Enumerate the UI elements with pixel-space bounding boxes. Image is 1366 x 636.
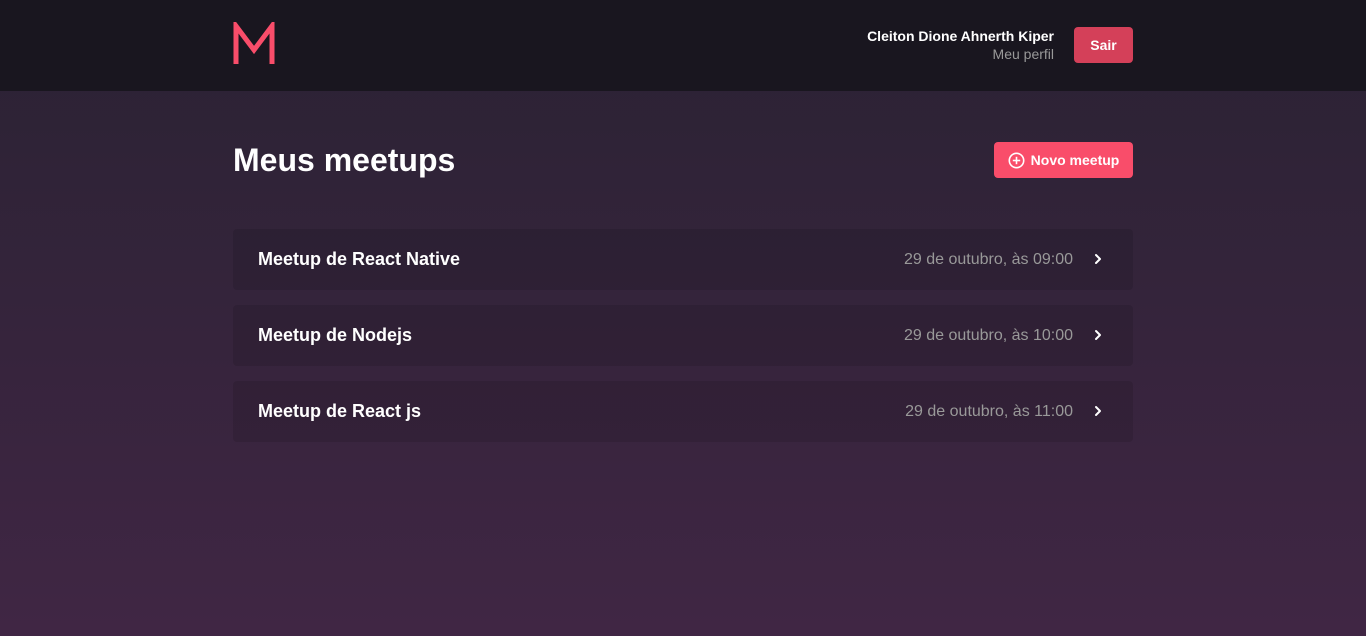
new-meetup-label: Novo meetup — [1030, 152, 1120, 168]
meetup-item[interactable]: Meetup de Nodejs 29 de outubro, às 10:00 — [233, 305, 1133, 366]
meetup-item[interactable]: Meetup de React js 29 de outubro, às 11:… — [233, 381, 1133, 442]
new-meetup-button[interactable]: Novo meetup — [994, 142, 1133, 178]
page-title: Meus meetups — [233, 142, 456, 178]
meetup-date: 29 de outubro, às 10:00 — [903, 327, 1073, 344]
m-logo-icon[interactable] — [233, 22, 275, 66]
meetup-title: Meetup de Nodejs — [258, 325, 413, 345]
meetup-list: Meetup de React Native 29 de outubro, às… — [233, 229, 1133, 457]
meetup-date: 29 de outubro, às 11:00 — [905, 403, 1073, 420]
user-profile: Cleiton Dione Ahnerth Kiper Meu perfil — [867, 27, 1054, 63]
my-profile-link[interactable]: Meu perfil — [867, 45, 1054, 63]
chevron-right-icon — [1095, 330, 1101, 340]
user-name: Cleiton Dione Ahnerth Kiper — [867, 28, 1054, 44]
chevron-right-icon — [1095, 406, 1101, 416]
plus-circle-icon — [1008, 152, 1025, 168]
meetup-item[interactable]: Meetup de React Native 29 de outubro, às… — [233, 229, 1133, 290]
logout-button[interactable]: Sair — [1074, 27, 1133, 63]
chevron-right-icon — [1095, 254, 1101, 264]
meetup-date: 29 de outubro, às 09:00 — [903, 251, 1073, 268]
top-navbar: Cleiton Dione Ahnerth Kiper Meu perfil S… — [0, 0, 1366, 91]
navbar-container: Cleiton Dione Ahnerth Kiper Meu perfil S… — [233, 0, 1133, 91]
meetup-title: Meetup de React Native — [258, 249, 461, 269]
meetup-title: Meetup de React js — [258, 401, 422, 421]
